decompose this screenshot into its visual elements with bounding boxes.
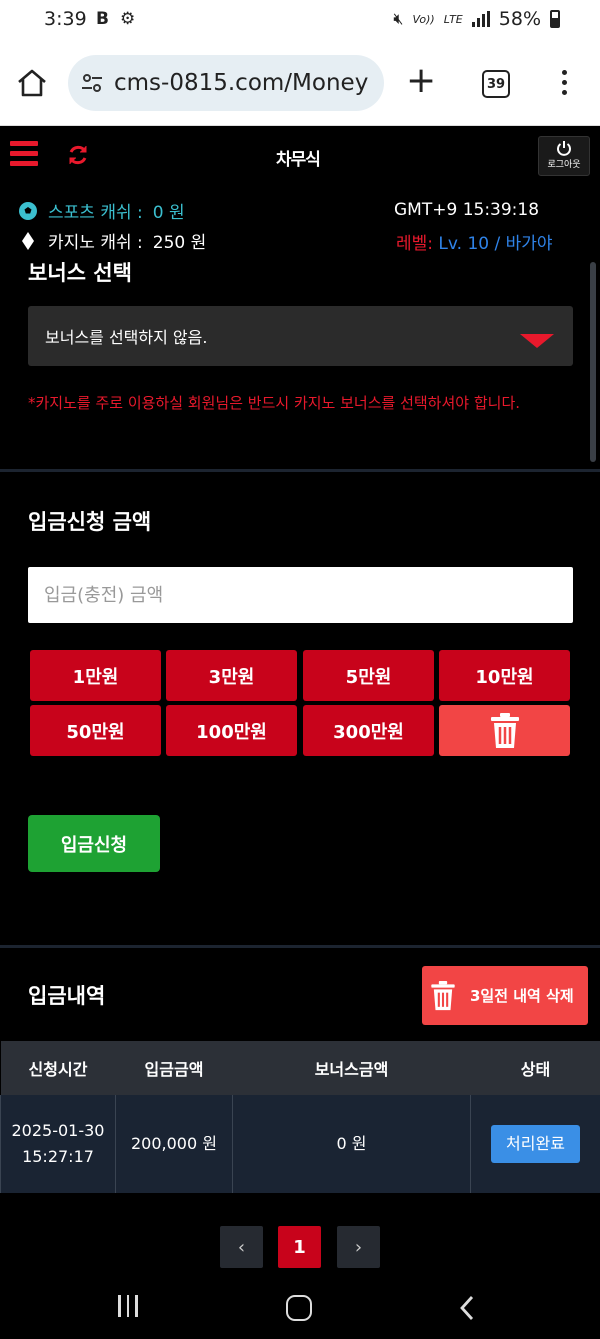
trash-icon bbox=[490, 712, 519, 748]
request-time-cell: 2025-01-30 15:27:17 bbox=[0, 1095, 116, 1193]
amount-button-30k[interactable]: 3만원 bbox=[166, 650, 297, 701]
status-cell: 처리완료 bbox=[470, 1095, 600, 1193]
amount-button-100k[interactable]: 10만원 bbox=[439, 650, 570, 701]
bonus-amount-cell: 0 원 bbox=[232, 1095, 471, 1193]
level-label: 레벨: bbox=[396, 234, 434, 254]
amount-button-1m[interactable]: 100만원 bbox=[166, 705, 297, 756]
new-tab-icon[interactable]: + bbox=[406, 63, 436, 99]
site-logo[interactable]: 차무식 bbox=[276, 145, 321, 170]
sports-cash-row: 스포츠 캐쉬 : 0 원 bbox=[18, 198, 185, 223]
sports-cash-value: 0 원 bbox=[152, 203, 185, 223]
signal-icon bbox=[471, 11, 490, 27]
delete-old-history-button[interactable]: 3일전 내역 삭제 bbox=[422, 966, 588, 1025]
next-page-button[interactable]: › bbox=[337, 1226, 380, 1268]
b-app-icon: B bbox=[96, 9, 109, 29]
casino-cash-label: 카지노 캐쉬 : bbox=[48, 233, 143, 253]
bonus-warning-text: *카지노를 주로 이용하실 회원님은 반드시 카지노 보너스를 선택하셔야 합니… bbox=[28, 394, 521, 412]
address-bar[interactable]: cms-0815.com/Money bbox=[68, 55, 384, 111]
amount-button-50k[interactable]: 5만원 bbox=[303, 650, 434, 701]
status-badge: 처리완료 bbox=[491, 1125, 580, 1163]
section-divider bbox=[0, 469, 600, 472]
table-row: 2025-01-30 15:27:17 200,000 원 0 원 처리완료 bbox=[0, 1095, 600, 1193]
logout-label: 로그아웃 bbox=[547, 160, 581, 170]
page-scrollbar[interactable] bbox=[590, 262, 596, 462]
url-text: cms-0815.com/Money bbox=[114, 70, 369, 96]
page-button-current[interactable]: 1 bbox=[278, 1226, 321, 1268]
bonus-section-title: 보너스 선택 bbox=[28, 261, 132, 285]
tab-switcher-button[interactable]: 39 bbox=[482, 70, 510, 98]
logout-button[interactable]: 로그아웃 bbox=[538, 136, 590, 176]
user-level: 레벨: Lv. 10 / 바가야 bbox=[396, 229, 553, 254]
server-clock: GMT+9 15:39:18 bbox=[394, 200, 540, 220]
bonus-dropdown[interactable]: 보너스를 선택하지 않음. bbox=[28, 306, 573, 366]
history-section-title: 입금내역 bbox=[28, 984, 106, 1008]
bonus-selected-value: 보너스를 선택하지 않음. bbox=[45, 328, 208, 347]
browser-toolbar: cms-0815.com/Money + 39 bbox=[0, 40, 600, 126]
lte-label: LTE bbox=[443, 12, 463, 26]
status-right: 🔇︎ Vo)) LTE 58% bbox=[393, 8, 560, 30]
casino-cash-value: 250 원 bbox=[152, 233, 207, 253]
section-divider bbox=[0, 945, 600, 948]
site-header: 차무식 로그아웃 bbox=[0, 127, 600, 187]
request-date: 2025-01-30 bbox=[11, 1121, 105, 1140]
battery-percent: 58% bbox=[498, 8, 541, 30]
soccer-ball-icon bbox=[19, 201, 37, 220]
refresh-icon[interactable] bbox=[66, 143, 90, 167]
dropdown-caret-icon bbox=[520, 334, 554, 348]
deposit-amount-input[interactable] bbox=[28, 567, 573, 623]
amount-button-500k[interactable]: 50만원 bbox=[30, 705, 161, 756]
account-info: 스포츠 캐쉬 : 0 원 카지노 캐쉬 : 250 원 GMT+9 15:39:… bbox=[0, 192, 600, 258]
request-time: 15:27:17 bbox=[22, 1147, 94, 1166]
recent-apps-icon[interactable] bbox=[118, 1295, 142, 1319]
volte-label: Vo)) bbox=[412, 12, 435, 26]
column-header: 입금금액 bbox=[115, 1041, 233, 1095]
diamond-icon bbox=[22, 231, 34, 250]
clear-amount-button[interactable] bbox=[439, 705, 570, 756]
site-settings-icon[interactable] bbox=[80, 71, 104, 95]
deposit-amount-cell: 200,000 원 bbox=[115, 1095, 233, 1193]
deposit-section-title: 입금신청 금액 bbox=[28, 510, 152, 534]
table-header-row: 신청시간 입금금액 보너스금액 상태 bbox=[0, 1041, 600, 1095]
column-header: 신청시간 bbox=[0, 1041, 116, 1095]
pagination: ‹ 1 › bbox=[220, 1226, 380, 1268]
deposit-submit-button[interactable]: 입금신청 bbox=[28, 815, 160, 872]
power-icon bbox=[557, 141, 571, 156]
prev-page-button[interactable]: ‹ bbox=[220, 1226, 263, 1268]
column-header: 상태 bbox=[470, 1041, 600, 1095]
system-nav-bar bbox=[0, 1278, 600, 1339]
sports-cash-label: 스포츠 캐쉬 : bbox=[48, 203, 143, 223]
level-value: Lv. 10 / 바가야 bbox=[438, 234, 553, 254]
deposit-history-table: 신청시간 입금금액 보너스금액 상태 2025-01-30 15:27:17 2… bbox=[0, 1041, 600, 1193]
home-icon[interactable] bbox=[16, 68, 48, 98]
casino-cash-row: 카지노 캐쉬 : 250 원 bbox=[18, 228, 206, 253]
more-menu-icon[interactable] bbox=[560, 70, 568, 98]
hamburger-menu-icon[interactable] bbox=[10, 141, 38, 169]
gear-icon: ⚙ bbox=[120, 9, 136, 29]
mute-icon: 🔇︎ bbox=[393, 9, 404, 28]
delete-old-history-label: 3일전 내역 삭제 bbox=[470, 987, 574, 1005]
back-icon[interactable] bbox=[459, 1294, 475, 1322]
amount-button-3m[interactable]: 300만원 bbox=[303, 705, 434, 756]
column-header: 보너스금액 bbox=[232, 1041, 471, 1095]
amount-button-10k[interactable]: 1만원 bbox=[30, 650, 161, 701]
status-bar: 3:39 B ⚙ 🔇︎ Vo)) LTE 58% bbox=[0, 0, 600, 40]
battery-icon bbox=[550, 10, 560, 28]
trash-icon bbox=[431, 980, 455, 1010]
home-nav-icon[interactable] bbox=[286, 1295, 312, 1321]
status-time: 3:39 bbox=[44, 8, 87, 30]
